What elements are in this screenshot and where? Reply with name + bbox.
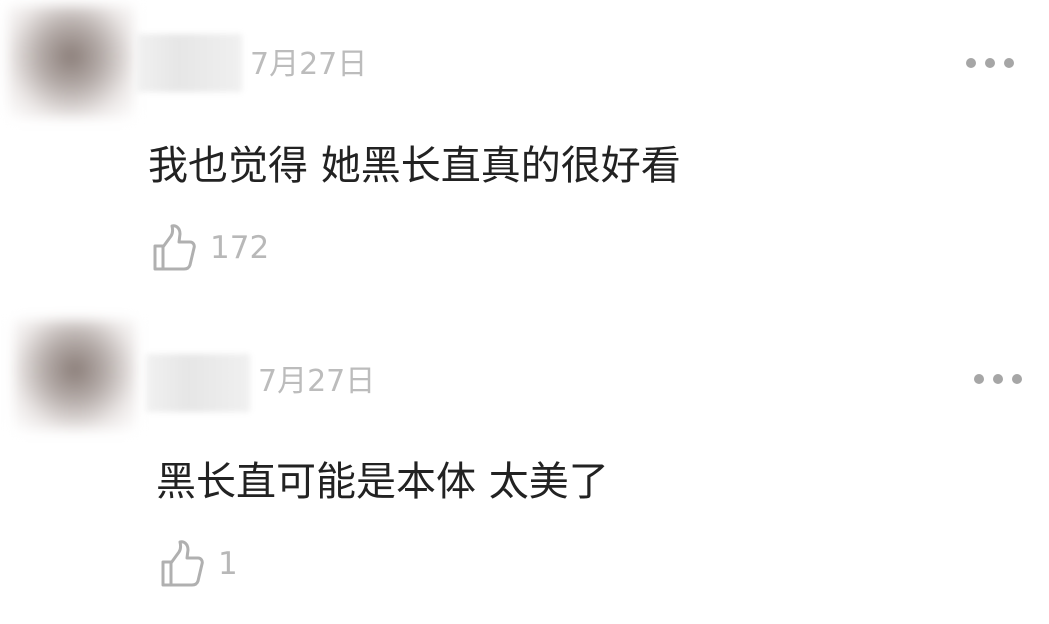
avatar[interactable] (8, 6, 134, 118)
more-dot (1004, 58, 1014, 68)
more-options-button[interactable] (974, 369, 1022, 389)
comment-text: 黑长直可能是本体 太美了 (156, 459, 609, 505)
comment-date: 7月27日 (258, 364, 376, 399)
like-count: 1 (218, 546, 238, 582)
username[interactable] (146, 354, 250, 412)
more-horizontal-icon (966, 58, 976, 68)
more-options-button[interactable] (966, 53, 1014, 73)
more-dot (1012, 374, 1022, 384)
more-dot (985, 58, 995, 68)
thumbs-up-icon (153, 224, 196, 271)
username[interactable] (136, 34, 242, 92)
avatar[interactable] (14, 320, 136, 430)
thumbs-up-icon (161, 540, 204, 587)
comment-date: 7月27日 (250, 47, 368, 82)
like-button[interactable]: 172 (152, 224, 269, 272)
more-horizontal-icon (974, 374, 984, 384)
like-count: 172 (210, 230, 270, 266)
like-button[interactable]: 1 (160, 540, 238, 588)
more-dot (993, 374, 1003, 384)
comment-text: 我也觉得 她黑长直真的很好看 (148, 143, 681, 189)
